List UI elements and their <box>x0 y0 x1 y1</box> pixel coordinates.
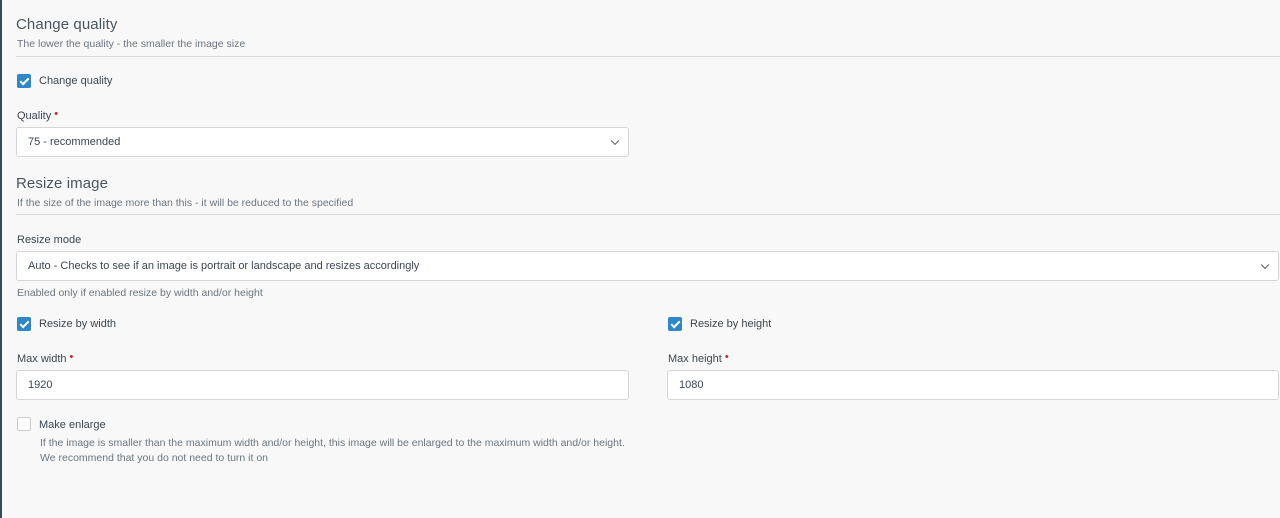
max-width-label: Max width • <box>17 351 74 365</box>
required-marker: • <box>724 351 729 363</box>
resize-mode-select-value: Auto - Checks to see if an image is port… <box>28 260 420 272</box>
required-marker: • <box>69 351 74 363</box>
max-width-input-value: 1920 <box>28 379 53 391</box>
max-height-input[interactable]: 1080 <box>667 370 1279 400</box>
quality-section-divider <box>16 56 1280 57</box>
quality-label: Quality • <box>17 108 59 122</box>
change-quality-checkbox[interactable] <box>17 74 31 88</box>
max-height-input-value: 1080 <box>679 379 704 391</box>
make-enlarge-checkbox[interactable] <box>17 417 31 431</box>
max-height-label: Max height • <box>668 351 729 365</box>
resize-section-subtitle: If the size of the image more than this … <box>17 197 354 209</box>
left-edge-border <box>0 0 2 518</box>
resize-mode-help: Enabled only if enabled resize by width … <box>17 287 263 299</box>
chevron-down-icon <box>610 136 620 146</box>
resize-by-height-checkbox[interactable] <box>668 317 682 331</box>
quality-section-title: Change quality <box>16 16 118 33</box>
resize-by-width-checkbox[interactable] <box>17 317 31 331</box>
quality-section-subtitle: The lower the quality - the smaller the … <box>17 38 246 50</box>
resize-by-height-label[interactable]: Resize by height <box>690 318 771 330</box>
max-height-label-text: Max height <box>668 353 722 365</box>
make-enlarge-help-line-1: If the image is smaller than the maximum… <box>40 437 625 449</box>
max-width-input[interactable]: 1920 <box>16 370 629 400</box>
quality-select-value: 75 - recommended <box>28 136 121 148</box>
make-enlarge-label[interactable]: Make enlarge <box>39 419 106 431</box>
resize-mode-label: Resize mode <box>17 234 82 246</box>
max-width-label-text: Max width <box>17 353 67 365</box>
chevron-down-icon <box>1260 260 1270 270</box>
resize-by-width-label[interactable]: Resize by width <box>39 318 116 330</box>
change-quality-label[interactable]: Change quality <box>39 75 112 87</box>
required-marker: • <box>54 108 59 120</box>
resize-mode-select[interactable]: Auto - Checks to see if an image is port… <box>16 251 1279 281</box>
resize-section-divider <box>16 214 1280 215</box>
make-enlarge-help-line-2: We recommend that you do not need to tur… <box>40 452 269 464</box>
resize-section-title: Resize image <box>16 175 109 192</box>
quality-select[interactable]: 75 - recommended <box>16 127 629 157</box>
quality-label-text: Quality <box>17 110 52 122</box>
